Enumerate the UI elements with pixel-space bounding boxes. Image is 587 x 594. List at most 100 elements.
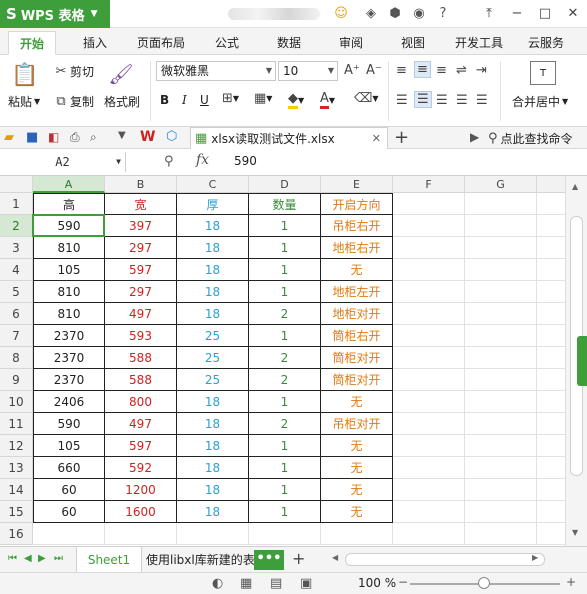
cell-b7[interactable]: 593 (105, 325, 177, 347)
page-layout-view-icon[interactable]: ▣ (300, 576, 312, 591)
font-size-select[interactable]: 10 ▼ (278, 61, 338, 81)
select-all-corner[interactable] (0, 176, 33, 193)
zoom-in-icon[interactable]: + (566, 575, 576, 589)
borders-button[interactable]: ⊞ ▼ (222, 91, 239, 106)
justify-button[interactable]: ☰ (456, 93, 468, 108)
scroll-down-icon[interactable]: ▼ (572, 528, 578, 537)
maximize-icon[interactable]: □ (531, 0, 559, 28)
cell-b3[interactable]: 297 (105, 237, 177, 259)
cell-a16[interactable] (33, 523, 105, 545)
copy-button[interactable]: ⧉ 复制 (52, 93, 94, 110)
cell-g7[interactable] (465, 325, 537, 347)
column-header-a[interactable]: A (33, 176, 105, 193)
formula-input[interactable]: 590 (234, 154, 257, 168)
cell-d12[interactable]: 1 (249, 435, 321, 457)
column-header-f[interactable]: F (393, 176, 465, 193)
side-panel-toggle[interactable] (577, 336, 587, 386)
format-painter-label[interactable]: 格式刷 (104, 93, 140, 110)
sheet-tab-libxl[interactable]: 使用libxl库新建的表 (142, 547, 254, 573)
eye-protection-icon[interactable]: ◐ (212, 576, 223, 591)
cell-e15[interactable]: 无 (321, 501, 393, 523)
help-icon[interactable]: ? (434, 5, 452, 23)
cell-f12[interactable] (393, 435, 465, 457)
align-center-button[interactable]: ☰ (414, 91, 432, 108)
bold-button[interactable]: B (160, 93, 169, 107)
row-header-6[interactable]: 6 (0, 303, 33, 325)
cell-f3[interactable] (393, 237, 465, 259)
italic-button[interactable]: I (182, 93, 187, 107)
tab-home[interactable]: 开始 (8, 31, 56, 55)
column-header-e[interactable]: E (321, 176, 393, 193)
row-header-14[interactable]: 14 (0, 479, 33, 501)
merge-center-button[interactable]: 合并居中 ▼ (512, 93, 568, 110)
cell-f5[interactable] (393, 281, 465, 303)
cell-d8[interactable]: 2 (249, 347, 321, 369)
font-color-button[interactable]: A ▼ (320, 91, 335, 109)
cell-b6[interactable]: 497 (105, 303, 177, 325)
cell-c16[interactable] (177, 523, 249, 545)
increase-font-button[interactable]: A⁺ (344, 63, 360, 78)
cell-c11[interactable]: 18 (177, 413, 249, 435)
align-middle-button[interactable]: ≡ (414, 61, 431, 78)
tab-formulas[interactable]: 公式 (204, 31, 250, 55)
cell-f15[interactable] (393, 501, 465, 523)
cell-b4[interactable]: 597 (105, 259, 177, 281)
spreadsheet-grid[interactable]: A B C D E F G 1 高宽厚数量 开启方向 2 590 397 18 1 吊柜右开 3 810 297 18… (0, 176, 565, 546)
command-search-button[interactable]: ⚲ 点此查找命令 (488, 130, 573, 147)
tab-view[interactable]: 视图 (390, 31, 436, 55)
cell-g11[interactable] (465, 413, 537, 435)
app-menu-button[interactable]: S WPS 表格 ▼ (0, 0, 110, 28)
cell-d2[interactable]: 1 (249, 215, 321, 237)
cell-d6[interactable]: 2 (249, 303, 321, 325)
cell-a12[interactable]: 105 (33, 435, 105, 457)
cell-g6[interactable] (465, 303, 537, 325)
cell-e14[interactable]: 无 (321, 479, 393, 501)
scroll-up-icon[interactable]: ▲ (572, 182, 578, 191)
cell-a4[interactable]: 105 (33, 259, 105, 281)
cell-b8[interactable]: 588 (105, 347, 177, 369)
row-header-16[interactable]: 16 (0, 523, 33, 545)
more-sheets-button[interactable]: ••• (254, 550, 284, 570)
sheet-tab-sheet1[interactable]: Sheet1 (76, 547, 142, 573)
open-folder-icon[interactable]: ▰ (4, 130, 14, 145)
cell-c15[interactable]: 18 (177, 501, 249, 523)
cell-a5[interactable]: 810 (33, 281, 105, 303)
new-tab-icon[interactable]: + (394, 127, 409, 148)
cell-b12[interactable]: 597 (105, 435, 177, 457)
cell-c13[interactable]: 18 (177, 457, 249, 479)
cell-g12[interactable] (465, 435, 537, 457)
cell-d9[interactable]: 2 (249, 369, 321, 391)
cell-b2[interactable]: 397 (105, 215, 177, 237)
cell-d14[interactable]: 1 (249, 479, 321, 501)
cell-e5[interactable]: 地柜左开 (321, 281, 393, 303)
row-header-9[interactable]: 9 (0, 369, 33, 391)
cell-c10[interactable]: 18 (177, 391, 249, 413)
cell-e6[interactable]: 地柜对开 (321, 303, 393, 325)
cell-b16[interactable] (105, 523, 177, 545)
cell-a8[interactable]: 2370 (33, 347, 105, 369)
cell-f8[interactable] (393, 347, 465, 369)
align-bottom-button[interactable]: ≡ (436, 63, 447, 78)
cube-icon[interactable]: ⬡ (166, 129, 177, 144)
pin-icon[interactable]: ◉ (410, 5, 428, 23)
cut-button[interactable]: ✂ 剪切 (52, 63, 94, 80)
cell-g8[interactable] (465, 347, 537, 369)
cell-f9[interactable] (393, 369, 465, 391)
tab-data[interactable]: 数据 (266, 31, 312, 55)
cell-f1[interactable] (393, 193, 465, 215)
page-break-view-icon[interactable]: ▤ (270, 576, 282, 591)
paste-button[interactable]: 📋 (10, 61, 40, 89)
merge-center-icon[interactable]: T (530, 61, 556, 85)
cell-a3[interactable]: 810 (33, 237, 105, 259)
cell-b10[interactable]: 800 (105, 391, 177, 413)
cell-c14[interactable]: 18 (177, 479, 249, 501)
zoom-out-icon[interactable]: − (398, 575, 408, 589)
cell-c2[interactable]: 18 (177, 215, 249, 237)
tab-page-layout[interactable]: 页面布局 (130, 31, 192, 55)
skin-icon[interactable]: ☺ (332, 5, 350, 23)
cell-c7[interactable]: 25 (177, 325, 249, 347)
cell-b13[interactable]: 592 (105, 457, 177, 479)
cell-e4[interactable]: 无 (321, 259, 393, 281)
collab-icon[interactable]: ◈ (362, 5, 380, 23)
cell-d5[interactable]: 1 (249, 281, 321, 303)
